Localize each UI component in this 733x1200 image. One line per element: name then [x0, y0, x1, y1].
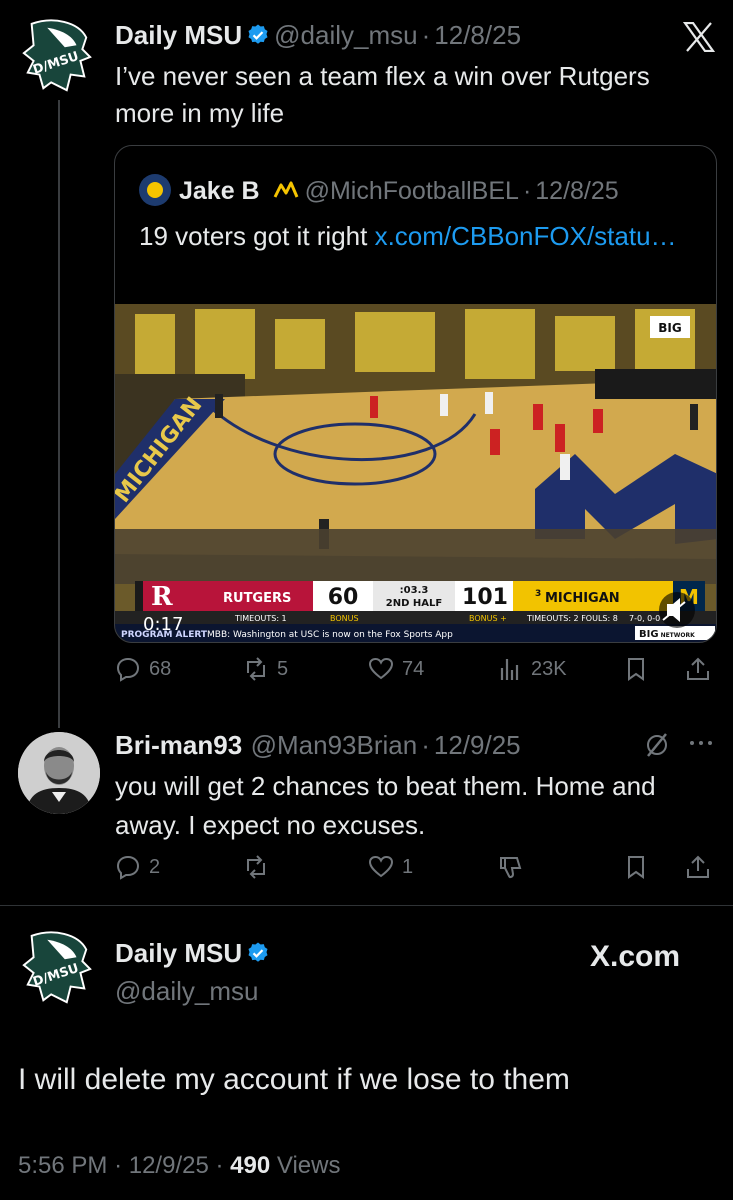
- more-options-glyph: [690, 741, 712, 745]
- tweet1-header: Daily MSU @daily_msu · 12/8/25: [115, 20, 521, 51]
- away-record: 7-0, 0-0: [629, 614, 660, 623]
- separator-dot: ·: [421, 20, 431, 50]
- away-score: 101: [462, 585, 508, 610]
- repost-button[interactable]: [243, 854, 277, 880]
- reply-button[interactable]: 68: [115, 656, 171, 682]
- bookmark-button[interactable]: [623, 854, 649, 880]
- game-period: 2ND HALF: [386, 598, 442, 609]
- big-ten-logo-text: BIG: [658, 321, 681, 335]
- quoted-tweet-link[interactable]: x.com/CBBonFOX/statu…: [375, 221, 677, 251]
- author-handle[interactable]: @daily_msu: [115, 976, 258, 1007]
- post-metadata: 5:56 PM · 12/9/25 · 490 Views: [18, 1152, 340, 1180]
- grok-icon[interactable]: [644, 732, 670, 763]
- like-count: 74: [402, 657, 425, 680]
- away-bonus: BONUS +: [469, 614, 507, 623]
- reply-count: 2: [149, 855, 161, 878]
- reply-button[interactable]: 2: [115, 854, 160, 880]
- post-date[interactable]: 12/8/25: [434, 20, 521, 50]
- verified-badge-icon: [248, 942, 268, 962]
- msu-avatar[interactable]: D/MSU: [18, 930, 96, 1008]
- views-count: 490: [230, 1152, 271, 1179]
- tweet-text: you will get 2 chances to beat them. Hom…: [115, 771, 656, 840]
- game-clock: :03.3: [400, 585, 429, 596]
- svg-text:R: R: [151, 582, 173, 612]
- share-button[interactable]: [685, 656, 711, 682]
- like-button[interactable]: 74: [368, 656, 424, 682]
- dislike-button[interactable]: [497, 854, 523, 880]
- quoted-author-avatar[interactable]: [139, 174, 171, 206]
- separator-dot: ·: [215, 1152, 224, 1179]
- tweet2-action-bar: 2 1: [115, 854, 715, 890]
- quoted-text-prefix: 19 voters got it right: [139, 221, 375, 251]
- author-handle[interactable]: @daily_msu: [274, 20, 417, 50]
- away-rank: 3: [535, 589, 541, 599]
- away-timeouts: TIMEOUTS: 2 FOULS: 8: [526, 614, 618, 623]
- home-score: 60: [328, 585, 359, 610]
- view-count: 23K: [531, 657, 567, 680]
- ticker-text: MBB: Washington at USC is now on the Fox…: [207, 630, 453, 640]
- video-elapsed-time: 0:17: [143, 614, 183, 635]
- views-label: Views: [276, 1152, 341, 1179]
- post-time[interactable]: 5:56 PM: [18, 1152, 107, 1179]
- share-icon: [687, 657, 709, 680]
- separator-dot: ·: [114, 1152, 123, 1179]
- like-button[interactable]: 1: [368, 854, 413, 880]
- quoted-post-date[interactable]: 12/8/25: [535, 177, 618, 205]
- author-name[interactable]: Bri-man93: [115, 730, 242, 760]
- quoted-author-handle[interactable]: @MichFootballBEL: [305, 177, 519, 205]
- lincoln-avatar[interactable]: [18, 732, 100, 814]
- section-divider: [0, 905, 733, 906]
- repost-icon: [247, 855, 265, 879]
- share-icon: [687, 855, 709, 878]
- quoted-tweet-header: Jake B @MichFootballBEL · 12/8/25: [139, 174, 619, 206]
- tweet1-action-bar: 68 5 74 23K: [115, 656, 715, 692]
- bookmark-button[interactable]: [623, 656, 649, 682]
- repost-icon: [247, 657, 265, 681]
- bookmark-icon: [628, 658, 644, 681]
- quoted-tweet-text: 19 voters got it right x.com/CBBonFOX/st…: [139, 218, 679, 255]
- author-handle[interactable]: @Man93Brian: [251, 730, 418, 760]
- bookmark-icon: [628, 856, 644, 879]
- thumbs-down-icon: [500, 857, 522, 879]
- heart-icon: [368, 855, 394, 878]
- video-player[interactable]: MICHIGAN BIG R RUTGERS 60:03.3 2ND HALF…: [115, 304, 716, 642]
- separator-dot: ·: [421, 730, 430, 760]
- author-name[interactable]: Daily MSU: [115, 938, 242, 968]
- tweet2-header: Bri-man93 @Man93Brian · 12/9/25: [115, 730, 521, 761]
- home-timeouts: TIMEOUTS: 1: [234, 614, 287, 623]
- msu-avatar[interactable]: D/MSU: [18, 18, 96, 96]
- heart-icon: [368, 657, 394, 680]
- quoted-author-name[interactable]: Jake B: [179, 177, 260, 205]
- post-date[interactable]: 12/9/25: [129, 1152, 209, 1179]
- like-count: 1: [402, 855, 414, 878]
- home-team-name: RUTGERS: [223, 591, 291, 606]
- reply-icon: [116, 855, 140, 880]
- x-com-watermark: X.com: [590, 940, 681, 973]
- share-button[interactable]: [685, 854, 711, 880]
- post-date[interactable]: 12/9/25: [434, 730, 521, 760]
- verified-badge-icon: [248, 24, 268, 44]
- video-frame: MICHIGAN BIG R RUTGERS 60:03.3 2ND HALF…: [115, 304, 716, 642]
- network-logo-main: BIG: [639, 629, 659, 640]
- quoted-tweet-card[interactable]: Jake B @MichFootballBEL · 12/8/25 19 voter…: [114, 145, 717, 643]
- analytics-icon: [500, 659, 519, 680]
- reply-count: 68: [149, 657, 172, 680]
- repost-count: 5: [277, 657, 289, 680]
- x-logo-icon: [682, 21, 716, 53]
- home-bonus: BONUS: [330, 614, 359, 623]
- views-button[interactable]: 23K: [497, 656, 567, 682]
- crown-icon: [273, 181, 298, 198]
- tweet-text: I’ve never seen a team flex a win over R…: [115, 61, 650, 128]
- thread-connector-line: [58, 100, 60, 728]
- tweet-text: I will delete my account if we lose to t…: [18, 1063, 570, 1096]
- away-team-name: MICHIGAN: [545, 591, 620, 606]
- network-logo-sub: NETWORK: [661, 632, 696, 639]
- separator-dot: ·: [522, 177, 532, 205]
- repost-button[interactable]: 5: [243, 656, 288, 682]
- author-name[interactable]: Daily MSU: [115, 20, 242, 50]
- more-options-icon[interactable]: [688, 733, 714, 758]
- grok-icon-glyph: [647, 733, 667, 757]
- reply-icon: [116, 657, 140, 682]
- tweet3-author: Daily MSU: [115, 938, 274, 969]
